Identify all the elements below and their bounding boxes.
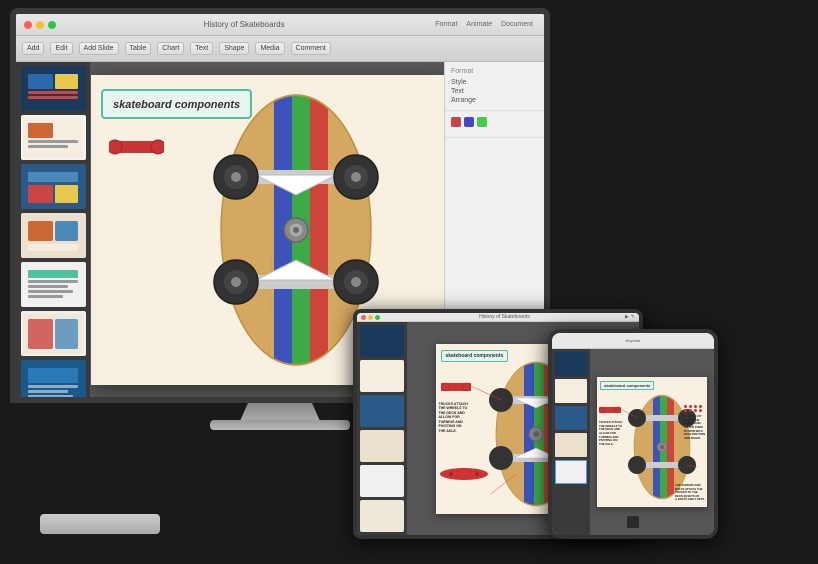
slide-panel[interactable] — [16, 62, 91, 397]
format-section: Format Style Text Arrange — [445, 62, 544, 111]
truck-icon-area — [109, 133, 164, 166]
color-swatch-blue[interactable] — [464, 117, 474, 127]
tablet-deck-oval-svg — [439, 467, 489, 481]
phone-slide-1[interactable] — [555, 352, 587, 376]
slide-thumb-inner-5 — [21, 262, 86, 307]
add-button[interactable]: Add — [22, 42, 44, 55]
slide-thumb-inner-3 — [21, 164, 86, 209]
phone-bearing-text: BEARING FITINSIDE THEWHEEL ANDALLOW THEM… — [684, 415, 705, 440]
slide-thumb-2[interactable] — [21, 115, 86, 160]
phone-canvas: skateboard components — [590, 349, 714, 535]
truck-icon — [109, 133, 164, 161]
phone-app-title: Keynote — [555, 338, 711, 343]
comment-button[interactable]: Comment — [291, 42, 331, 55]
slide-thumb-3[interactable] — [21, 164, 86, 209]
phone-main: skateboard components — [552, 349, 714, 535]
tablet-slide-3[interactable] — [360, 395, 404, 427]
color-swatch-red[interactable] — [451, 117, 461, 127]
slide-thumb-4[interactable] — [21, 213, 86, 258]
tablet-toolbar: History of Skateboards ▶ ✎ — [357, 313, 639, 322]
slide-thumb-inner-1 — [21, 66, 86, 111]
tablet-traffic-lights — [361, 315, 380, 320]
traffic-lights — [24, 21, 56, 29]
tablet-maximize[interactable] — [375, 315, 380, 320]
slide-thumb-7[interactable] — [21, 360, 86, 397]
title-bar-controls: Format Animate Document — [432, 20, 536, 29]
tablet-title: History of Skateboards — [387, 314, 622, 320]
window-title: History of Skateboards — [56, 20, 432, 29]
tablet-minimize[interactable] — [368, 315, 373, 320]
close-button[interactable] — [24, 21, 32, 29]
tablet-deck-oval — [439, 467, 489, 486]
format-label: Format — [451, 68, 538, 75]
slide-thumb-5[interactable] — [21, 262, 86, 307]
tablet-truck-svg — [441, 379, 471, 395]
color-swatch-green[interactable] — [477, 117, 487, 127]
slide-thumb-inner-6 — [21, 311, 86, 356]
slide-thumb-inner-2 — [21, 115, 86, 160]
slide-thumb-6[interactable] — [21, 311, 86, 356]
tablet-slide-2[interactable] — [360, 360, 404, 392]
tablet-tools-btn[interactable]: ✎ — [631, 314, 635, 320]
mac-mini — [40, 514, 160, 534]
tablet-play-btn[interactable]: ▶ — [625, 314, 629, 320]
monitor-base — [210, 420, 350, 430]
minimize-button[interactable] — [36, 21, 44, 29]
tablet-slide-1[interactable] — [360, 325, 404, 357]
slide-thumb-inner-4 — [21, 213, 86, 258]
tablet-slide-4[interactable] — [360, 430, 404, 462]
phone-home-button[interactable] — [625, 514, 641, 530]
phone-slide-3[interactable] — [555, 406, 587, 430]
tablet-toolbar-btns: ▶ ✎ — [625, 314, 635, 320]
text-button[interactable]: Text — [190, 42, 213, 55]
animate-button[interactable]: Animate — [463, 20, 495, 29]
phone-main-slide: skateboard components — [597, 377, 707, 507]
tablet-slide-5[interactable] — [360, 465, 404, 497]
phone-screen: Keynote skateboard components — [552, 333, 714, 535]
slide-thumb-1[interactable] — [21, 66, 86, 111]
phone-bearing-dots — [684, 405, 703, 412]
slide-thumb-inner-7 — [21, 360, 86, 397]
tablet-slide-panel[interactable] — [357, 322, 407, 535]
shape-button[interactable]: Shape — [219, 42, 249, 55]
phone-slide-4[interactable] — [555, 433, 587, 457]
chart-button[interactable]: Chart — [157, 42, 184, 55]
tablet-slide-6[interactable] — [360, 500, 404, 532]
phone-device: Keynote skateboard components — [548, 329, 718, 539]
toolbar: Add Edit Add Slide Table Chart Text Shap… — [16, 36, 544, 62]
title-bar: History of Skateboards Format Animate Do… — [16, 14, 544, 36]
color-swatches — [451, 117, 538, 127]
tablet-truck-icon — [441, 379, 471, 400]
table-button[interactable]: Table — [125, 42, 152, 55]
phone-screws-text: THE SCREWS ANDBOLTS ATTACH THETRUCKS TO … — [675, 484, 705, 502]
phone-truck-icon — [599, 403, 621, 421]
tablet-truck-text: TRUCKS ATTACHTHE WHEELS TOTHE DECK ANDAL… — [439, 402, 468, 434]
edit-button[interactable]: Edit — [50, 42, 72, 55]
phone-slide-2[interactable] — [555, 379, 587, 403]
monitor-stand — [240, 403, 320, 421]
document-button[interactable]: Document — [498, 20, 536, 29]
phone-keynote-app: Keynote skateboard components — [552, 333, 714, 535]
phone-truck-svg — [599, 404, 621, 416]
phone-toolbar: Keynote — [552, 333, 714, 349]
media-button[interactable]: Media — [255, 42, 284, 55]
phone-slide-panel[interactable] — [552, 349, 590, 535]
maximize-button[interactable] — [48, 21, 56, 29]
phone-truck-text: TRUCKS ATTACHTHE WHEELS TOTHE DECK ANDAL… — [599, 421, 622, 446]
style-section — [445, 111, 544, 138]
format-button[interactable]: Format — [432, 20, 460, 29]
add-slide-button[interactable]: Add Slide — [79, 42, 119, 55]
format-options: Style Text Arrange — [451, 79, 538, 104]
tablet-close[interactable] — [361, 315, 366, 320]
phone-slide-5[interactable] — [555, 460, 587, 484]
